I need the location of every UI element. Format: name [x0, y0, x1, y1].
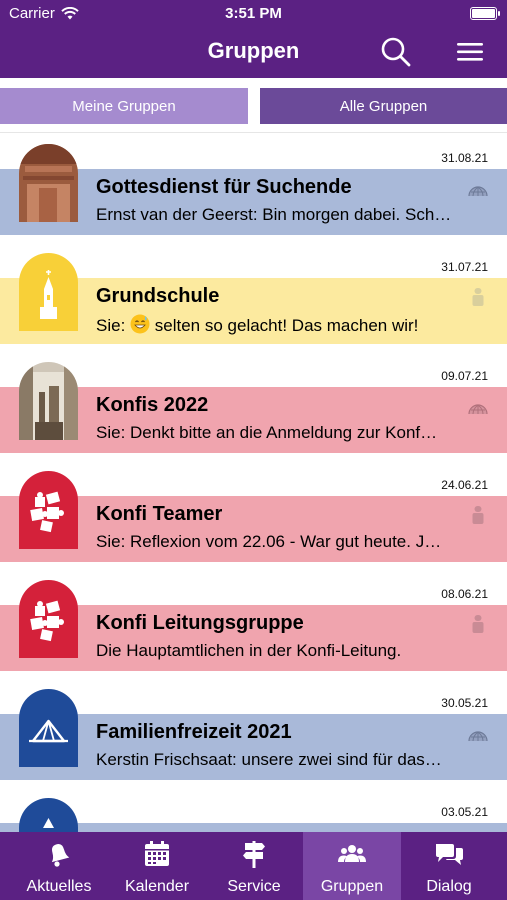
- search-icon[interactable]: [380, 36, 412, 68]
- group-date: 08.06.21: [441, 587, 488, 601]
- group-list-item[interactable]: 30.05.21 Familienfreizeit 2021 Kerstin F…: [0, 679, 507, 788]
- group-name: Konfi Teamer: [96, 503, 223, 525]
- message-sender: Sie:: [96, 316, 126, 335]
- group-avatar-photo: [19, 144, 78, 222]
- tab-dialog[interactable]: Dialog: [400, 832, 498, 900]
- group-date: 31.07.21: [441, 260, 488, 274]
- bell-icon: [51, 844, 70, 867]
- group-last-message: Sie: selten so gelacht! Das machen wir!: [96, 314, 488, 336]
- group-list-item[interactable]: 31.08.21 Gottesdienst für Suchende Ernst…: [0, 134, 507, 243]
- group-last-message: Ernst van der Geerst: Bin morgen dabei. …: [96, 205, 452, 224]
- group-last-message: Sie: Reflexion vom 22.06 - War gut heute…: [96, 532, 442, 551]
- puzzle-icon: [19, 471, 78, 549]
- message-text: selten so gelacht! Das machen wir!: [154, 316, 419, 335]
- grinning-sweat-emoji: [130, 314, 150, 334]
- tab-label: Meine Gruppen: [72, 97, 176, 115]
- status-bar: Carrier 3:51 PM: [0, 0, 507, 28]
- tab-label: Alle Gruppen: [339, 97, 428, 115]
- signpost-icon: [243, 841, 265, 868]
- group-avatar-photo: [19, 362, 78, 440]
- tab-label: Gruppen: [320, 878, 384, 895]
- group-last-message: Die Hauptamtlichen in der Konfi-Leitung.: [96, 641, 402, 660]
- tab-label: Service: [227, 878, 281, 895]
- group-date: 30.05.21: [441, 696, 488, 710]
- hamburger-menu-icon[interactable]: [455, 40, 485, 64]
- person-icon: [472, 288, 484, 306]
- globe-icon: [468, 731, 488, 742]
- globe-icon: [468, 186, 488, 197]
- group-list[interactable]: 31.08.21 Gottesdienst für Suchende Ernst…: [0, 134, 507, 832]
- person-icon: [472, 615, 484, 633]
- group-filter-tabs: Meine Gruppen Alle Gruppen: [0, 86, 507, 126]
- group-date: 03.05.21: [441, 805, 488, 819]
- tab-kalender[interactable]: Kalender: [108, 832, 206, 900]
- tab-label: Aktuelles: [26, 878, 92, 895]
- calendar-icon: [145, 841, 169, 866]
- tab-label: Dialog: [426, 878, 472, 895]
- battery-icon: [470, 7, 500, 20]
- top-bar: Carrier 3:51 PM Gruppen: [0, 0, 507, 78]
- puzzle-icon: [19, 580, 78, 658]
- divider: [0, 132, 507, 133]
- page-title: Gruppen: [207, 38, 300, 63]
- group-name: Familienfreizeit 2021: [96, 721, 292, 743]
- group-last-message: Sie: Denkt bitte an die Anmeldung zur Ko…: [96, 423, 438, 442]
- group-list-item[interactable]: 24.06.21 Konfi Teamer Sie: Reflexion vom…: [0, 461, 507, 570]
- tab-aktuelles[interactable]: Aktuelles: [10, 832, 108, 900]
- group-list-item[interactable]: 08.06.21 Konfi Leitungsgruppe Die Haupta…: [0, 570, 507, 679]
- tab-meine-gruppen[interactable]: Meine Gruppen: [0, 88, 248, 124]
- group-date: 24.06.21: [441, 478, 488, 492]
- tent-icon: [19, 689, 78, 767]
- group-name: Grundschule: [96, 285, 220, 307]
- tab-label: Kalender: [124, 878, 190, 895]
- chat-bubbles-icon: [436, 844, 463, 865]
- person-icon: [472, 506, 484, 524]
- tab-gruppen[interactable]: Gruppen: [303, 832, 401, 900]
- group-date: 31.08.21: [441, 151, 488, 165]
- church-icon: [19, 253, 78, 331]
- group-name: Konfi Leitungsgruppe: [96, 612, 304, 634]
- status-time: 3:51 PM: [225, 5, 282, 22]
- group-name: Konfis 2022: [96, 394, 209, 416]
- group-list-item[interactable]: 31.07.21 Grundschule Sie: selten so gela…: [0, 243, 507, 352]
- bottom-tab-bar: Aktuelles Kalender Service Gruppen Dialo…: [0, 832, 507, 900]
- group-date: 09.07.21: [441, 369, 488, 383]
- globe-icon: [468, 404, 488, 415]
- group-list-item[interactable]: 03.05.21: [0, 788, 507, 832]
- group-last-message: Kerstin Frischsaat: unsere zwei sind für…: [96, 750, 442, 769]
- tent-icon: [19, 798, 78, 832]
- tab-service[interactable]: Service: [205, 832, 303, 900]
- tab-alle-gruppen[interactable]: Alle Gruppen: [260, 88, 507, 124]
- group-list-item[interactable]: 09.07.21 Konfis 2022 Sie: Denkt bitte an…: [0, 352, 507, 461]
- group-name: Gottesdienst für Suchende: [96, 176, 352, 198]
- people-icon: [338, 845, 366, 862]
